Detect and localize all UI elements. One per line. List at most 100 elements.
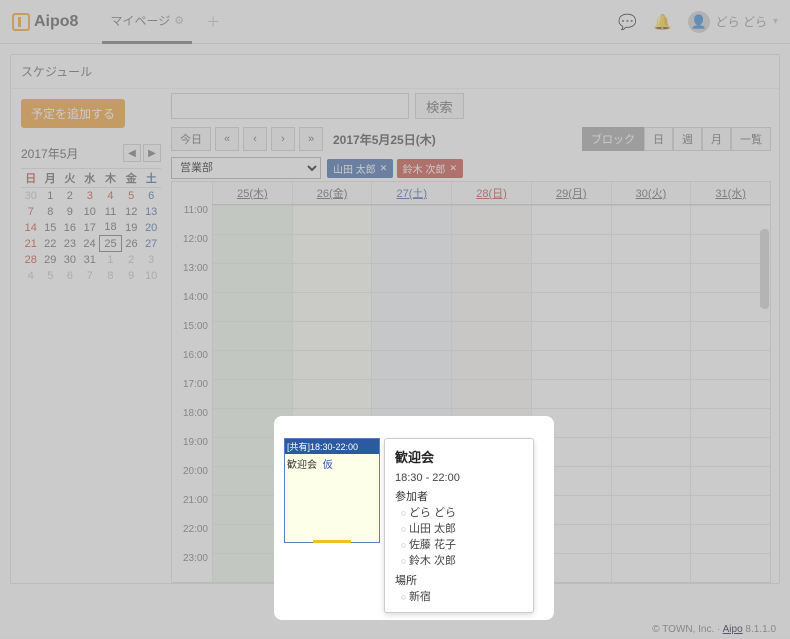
view-block[interactable]: ブロック — [582, 127, 644, 151]
tooltip-time: 18:30 - 22:00 — [395, 472, 523, 484]
footer: © TOWN, Inc. · Aipo 8.1.1.0 — [652, 624, 776, 635]
mini-cal-day[interactable]: 16 — [60, 220, 80, 236]
time-label: 23:00 — [172, 553, 212, 582]
add-schedule-button[interactable]: 予定を追加する — [21, 99, 125, 128]
mini-cal-day[interactable]: 6 — [141, 188, 161, 204]
close-icon[interactable]: ✕ — [380, 163, 388, 174]
mini-cal-day[interactable]: 24 — [80, 236, 100, 252]
bell-icon[interactable]: 🔔 — [653, 13, 672, 31]
tooltip-place: 新宿 — [401, 588, 523, 604]
mini-cal-day[interactable]: 1 — [41, 188, 61, 204]
mini-cal-day[interactable]: 15 — [41, 220, 61, 236]
footer-link[interactable]: Aipo — [723, 624, 743, 635]
mini-cal-day[interactable]: 13 — [141, 204, 161, 220]
filter-tag[interactable]: 山田 太郎 ✕ — [327, 159, 393, 178]
mini-cal-day[interactable]: 1 — [100, 252, 121, 268]
nav-last[interactable]: » — [299, 127, 323, 151]
mini-cal-day[interactable]: 26 — [121, 236, 141, 252]
mini-cal-day[interactable]: 18 — [100, 220, 121, 236]
day-header[interactable]: 30(火) — [611, 182, 691, 204]
mini-cal-day[interactable]: 4 — [100, 188, 121, 204]
time-label: 20:00 — [172, 466, 212, 495]
mini-cal-day[interactable]: 28 — [21, 252, 41, 268]
chat-icon[interactable]: 💬 — [618, 13, 637, 31]
panel-title: スケジュール — [11, 55, 779, 89]
day-column[interactable] — [611, 205, 691, 582]
day-header[interactable]: 25(木) — [212, 182, 292, 204]
time-label: 15:00 — [172, 321, 212, 350]
mini-cal-day[interactable]: 5 — [121, 188, 141, 204]
tooltip-participant: どら どら — [401, 504, 523, 520]
mini-cal-day[interactable]: 12 — [121, 204, 141, 220]
mini-cal-day[interactable]: 30 — [60, 252, 80, 268]
mini-cal-day[interactable]: 20 — [141, 220, 161, 236]
tooltip-participant: 山田 太郎 — [401, 520, 523, 536]
mini-cal-day[interactable]: 8 — [41, 204, 61, 220]
user-menu[interactable]: 👤 どら どら ▾ — [688, 11, 778, 33]
gear-icon[interactable]: ⚙ — [174, 14, 184, 27]
mini-cal-day[interactable]: 8 — [100, 268, 121, 284]
day-header[interactable]: 28(日) — [451, 182, 531, 204]
mini-cal-day[interactable]: 4 — [21, 268, 41, 284]
event-title: 歓迎会 — [287, 460, 317, 471]
view-week[interactable]: 週 — [673, 127, 702, 151]
day-header[interactable]: 31(水) — [690, 182, 770, 204]
view-day[interactable]: 日 — [644, 127, 673, 151]
search-input[interactable] — [171, 93, 409, 119]
mini-cal-day[interactable]: 3 — [80, 188, 100, 204]
close-icon[interactable]: ✕ — [449, 163, 457, 174]
mini-cal-day[interactable]: 17 — [80, 220, 100, 236]
mini-cal-day[interactable]: 11 — [100, 204, 121, 220]
group-select[interactable]: 営業部 — [171, 157, 321, 179]
day-header[interactable]: 26(金) — [292, 182, 372, 204]
nav-first[interactable]: « — [215, 127, 239, 151]
day-header[interactable]: 29(月) — [531, 182, 611, 204]
day-header[interactable]: 27(土) — [371, 182, 451, 204]
mini-cal-day[interactable]: 7 — [21, 204, 41, 220]
view-month[interactable]: 月 — [702, 127, 731, 151]
today-button[interactable]: 今日 — [171, 127, 211, 151]
mini-cal-day[interactable]: 19 — [121, 220, 141, 236]
mini-cal-prev[interactable]: ◀ — [123, 144, 141, 162]
mini-cal-day[interactable]: 7 — [80, 268, 100, 284]
mini-cal-day[interactable]: 9 — [121, 268, 141, 284]
time-label: 13:00 — [172, 263, 212, 292]
mini-cal-day[interactable]: 2 — [60, 188, 80, 204]
day-column[interactable] — [690, 205, 770, 582]
mini-cal-title: 2017年5月 — [21, 145, 78, 162]
mini-cal-next[interactable]: ▶ — [143, 144, 161, 162]
event-tooltip: 歓迎会 18:30 - 22:00 参加者 どら どら山田 太郎佐藤 花子鈴木 … — [384, 438, 534, 613]
mini-cal-day[interactable]: 27 — [141, 236, 161, 252]
nav-next[interactable]: › — [271, 127, 295, 151]
scrollbar-thumb[interactable] — [760, 229, 769, 309]
tooltip-participants-label: 参加者 — [395, 488, 523, 504]
mini-cal-day[interactable]: 25 — [100, 236, 121, 252]
mini-cal-day[interactable]: 30 — [21, 188, 41, 204]
add-tab-button[interactable]: ＋ — [206, 12, 220, 32]
nav-prev[interactable]: ‹ — [243, 127, 267, 151]
mini-cal-day[interactable]: 23 — [60, 236, 80, 252]
event-card[interactable]: [共有]18:30-22:00 歓迎会 仮 — [284, 438, 380, 543]
brand: Aipo8 — [12, 13, 78, 31]
mini-cal-day[interactable]: 2 — [121, 252, 141, 268]
brand-icon — [12, 13, 30, 31]
mini-cal-day[interactable]: 14 — [21, 220, 41, 236]
mini-cal-day[interactable]: 29 — [41, 252, 61, 268]
mini-cal-day[interactable]: 10 — [141, 268, 161, 284]
time-label: 11:00 — [172, 205, 212, 234]
filter-tag[interactable]: 鈴木 次郎 ✕ — [397, 159, 463, 178]
search-button[interactable]: 検索 — [415, 93, 464, 119]
mini-cal-day[interactable]: 6 — [60, 268, 80, 284]
tooltip-participant: 佐藤 花子 — [401, 536, 523, 552]
mini-cal-day[interactable]: 31 — [80, 252, 100, 268]
mini-cal-day[interactable]: 3 — [141, 252, 161, 268]
mini-cal-day[interactable]: 22 — [41, 236, 61, 252]
mini-cal-day[interactable]: 9 — [60, 204, 80, 220]
mini-cal-day[interactable]: 10 — [80, 204, 100, 220]
view-list[interactable]: 一覧 — [731, 127, 771, 151]
time-label: 14:00 — [172, 292, 212, 321]
mini-cal-day[interactable]: 21 — [21, 236, 41, 252]
mini-cal-day[interactable]: 5 — [41, 268, 61, 284]
time-label: 12:00 — [172, 234, 212, 263]
tab-mypage[interactable]: マイページ ⚙ — [102, 0, 192, 44]
